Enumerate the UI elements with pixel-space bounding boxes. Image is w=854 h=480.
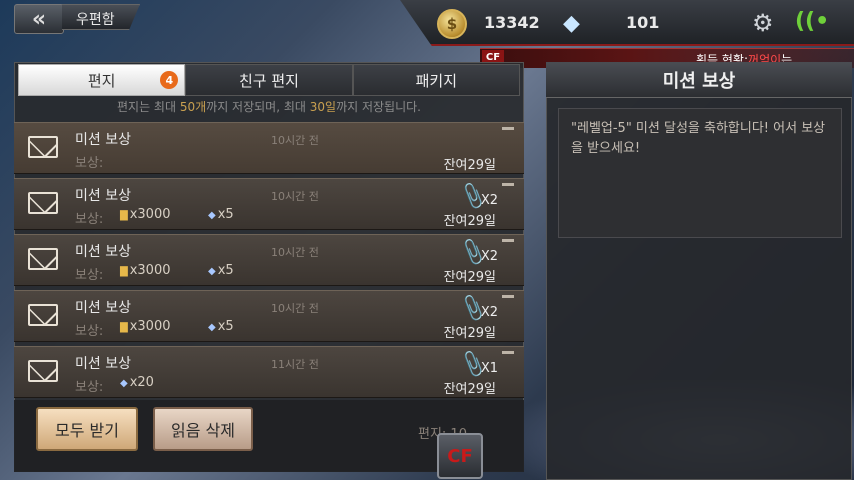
detail-message: "레벨업-5" 미션 달성을 축하합니다! 어서 보상을 받으세요! xyxy=(558,108,842,238)
attachment-count: X2 xyxy=(480,249,498,264)
reward-label: 보상: xyxy=(75,212,104,227)
mail-item[interactable]: 미션 보상 10시간 전 보상: ▇ x3000 ◆ x5 📎 X2 잔여29일 xyxy=(14,178,524,230)
minimize-icon xyxy=(502,183,514,186)
back-button[interactable]: « xyxy=(14,4,64,34)
reward-label: 보상: xyxy=(75,380,104,395)
attachment-count: X2 xyxy=(480,305,498,320)
tab-label: 편지 xyxy=(87,71,116,90)
envelope-icon xyxy=(28,136,58,158)
notice-max-days: 30일 xyxy=(309,100,337,114)
mail-title: 미션 보상 xyxy=(75,244,131,260)
tab-letters[interactable]: 편지 4 xyxy=(18,64,186,96)
mail-expire: 잔여29일 xyxy=(443,270,496,285)
tab-friend-letters[interactable]: 친구 편지 xyxy=(185,64,353,96)
envelope-icon xyxy=(28,192,58,214)
gem-reward: ◆ x20 xyxy=(120,375,154,390)
game-logo-icon: CF xyxy=(447,445,473,467)
gem-amount: x5 xyxy=(217,207,234,222)
tab-label: 패키지 xyxy=(415,71,458,90)
notice-text: 까지 저장되며, 최대 xyxy=(206,100,310,114)
tab-packages[interactable]: 패키지 xyxy=(352,64,520,96)
minimize-icon xyxy=(502,295,514,298)
reward-label: 보상: xyxy=(75,324,104,339)
gold-reward: ▇ x3000 xyxy=(120,207,170,222)
notice-max-count: 50개 xyxy=(179,100,207,114)
gold-reward: ▇ x3000 xyxy=(120,263,170,278)
mail-item[interactable]: 미션 보상 11시간 전 보상: ◆ x20 📎 X1 잔여29일 xyxy=(14,346,524,398)
minimize-icon xyxy=(502,239,514,242)
gold-amount: x3000 xyxy=(129,207,171,222)
reward-label: 보상: xyxy=(75,268,104,283)
notice-text: 편지는 최대 xyxy=(117,100,180,114)
mail-item[interactable]: 미션 보상 10시간 전 보상: 잔여29일 xyxy=(14,122,524,174)
gem-amount: x20 xyxy=(129,375,154,390)
mail-title: 미션 보상 xyxy=(75,132,131,148)
mail-tabs: 편지 4 친구 편지 패키지 xyxy=(18,64,520,96)
diamond-icon: ◆ xyxy=(563,11,580,36)
mail-time: 11시간 전 xyxy=(271,358,319,371)
receive-all-button[interactable]: 모두 받기 xyxy=(36,407,138,451)
gem-amount: x5 xyxy=(217,263,234,278)
gem-count: 101 xyxy=(626,13,660,32)
gem-amount: x5 xyxy=(217,319,234,334)
unread-badge: 4 xyxy=(160,71,179,89)
mail-title: 미션 보상 xyxy=(75,300,131,316)
home-button[interactable]: CF xyxy=(437,433,483,479)
gold-bar-icon: ▇ xyxy=(120,322,128,333)
gem-icon: ◆ xyxy=(208,322,216,333)
page-title: 우편함 xyxy=(62,4,140,30)
tab-label: 친구 편지 xyxy=(239,71,299,90)
gold-bar-icon: ▇ xyxy=(120,266,128,277)
mail-time: 10시간 전 xyxy=(271,302,319,315)
gem-reward: ◆ x5 xyxy=(208,207,234,222)
mail-expire: 잔여29일 xyxy=(443,326,496,341)
coin-icon: $ xyxy=(437,9,467,39)
mail-time: 10시간 전 xyxy=(271,190,319,203)
storage-notice: 편지는 최대 50개까지 저장되며, 최대 30일까지 저장됩니다. xyxy=(18,98,520,115)
mail-list[interactable]: 미션 보상 10시간 전 보상: 잔여29일 미션 보상 10시간 전 보상: … xyxy=(14,122,524,398)
mail-title: 미션 보상 xyxy=(75,356,131,372)
mail-time: 10시간 전 xyxy=(271,246,319,259)
gold-amount: x3000 xyxy=(129,263,171,278)
mail-expire: 잔여29일 xyxy=(443,382,496,397)
gear-icon[interactable]: ⚙ xyxy=(752,9,774,37)
mail-expire: 잔여29일 xyxy=(443,214,496,229)
attachment-count: X1 xyxy=(480,361,498,376)
reward-label: 보상: xyxy=(75,156,104,171)
envelope-icon xyxy=(28,304,58,326)
minimize-icon xyxy=(502,127,514,130)
gem-icon: ◆ xyxy=(208,266,216,277)
minimize-icon xyxy=(502,351,514,354)
notice-text: 까지 저장됩니다. xyxy=(336,100,421,114)
gold-amount: x3000 xyxy=(129,319,171,334)
wifi-icon: ((• xyxy=(795,9,830,34)
gem-reward: ◆ x5 xyxy=(208,263,234,278)
mail-item[interactable]: 미션 보상 10시간 전 보상: ▇ x3000 ◆ x5 📎 X2 잔여29일 xyxy=(14,290,524,342)
delete-read-button[interactable]: 읽음 삭제 xyxy=(153,407,253,451)
gem-icon: ◆ xyxy=(120,378,128,389)
mail-item[interactable]: 미션 보상 10시간 전 보상: ▇ x3000 ◆ x5 📎 X2 잔여29일 xyxy=(14,234,524,286)
gem-icon: ◆ xyxy=(208,210,216,221)
coin-count: 13342 xyxy=(484,13,540,32)
back-chevron-icon: « xyxy=(31,6,47,32)
gold-bar-icon: ▇ xyxy=(120,210,128,221)
mail-title: 미션 보상 xyxy=(75,188,131,204)
envelope-icon xyxy=(28,360,58,382)
gold-reward: ▇ x3000 xyxy=(120,319,170,334)
envelope-icon xyxy=(28,248,58,270)
attachment-count: X2 xyxy=(480,193,498,208)
mail-time: 10시간 전 xyxy=(271,134,319,147)
mail-expire: 잔여29일 xyxy=(443,158,496,173)
gem-reward: ◆ x5 xyxy=(208,319,234,334)
detail-title: 미션 보상 xyxy=(546,62,852,98)
